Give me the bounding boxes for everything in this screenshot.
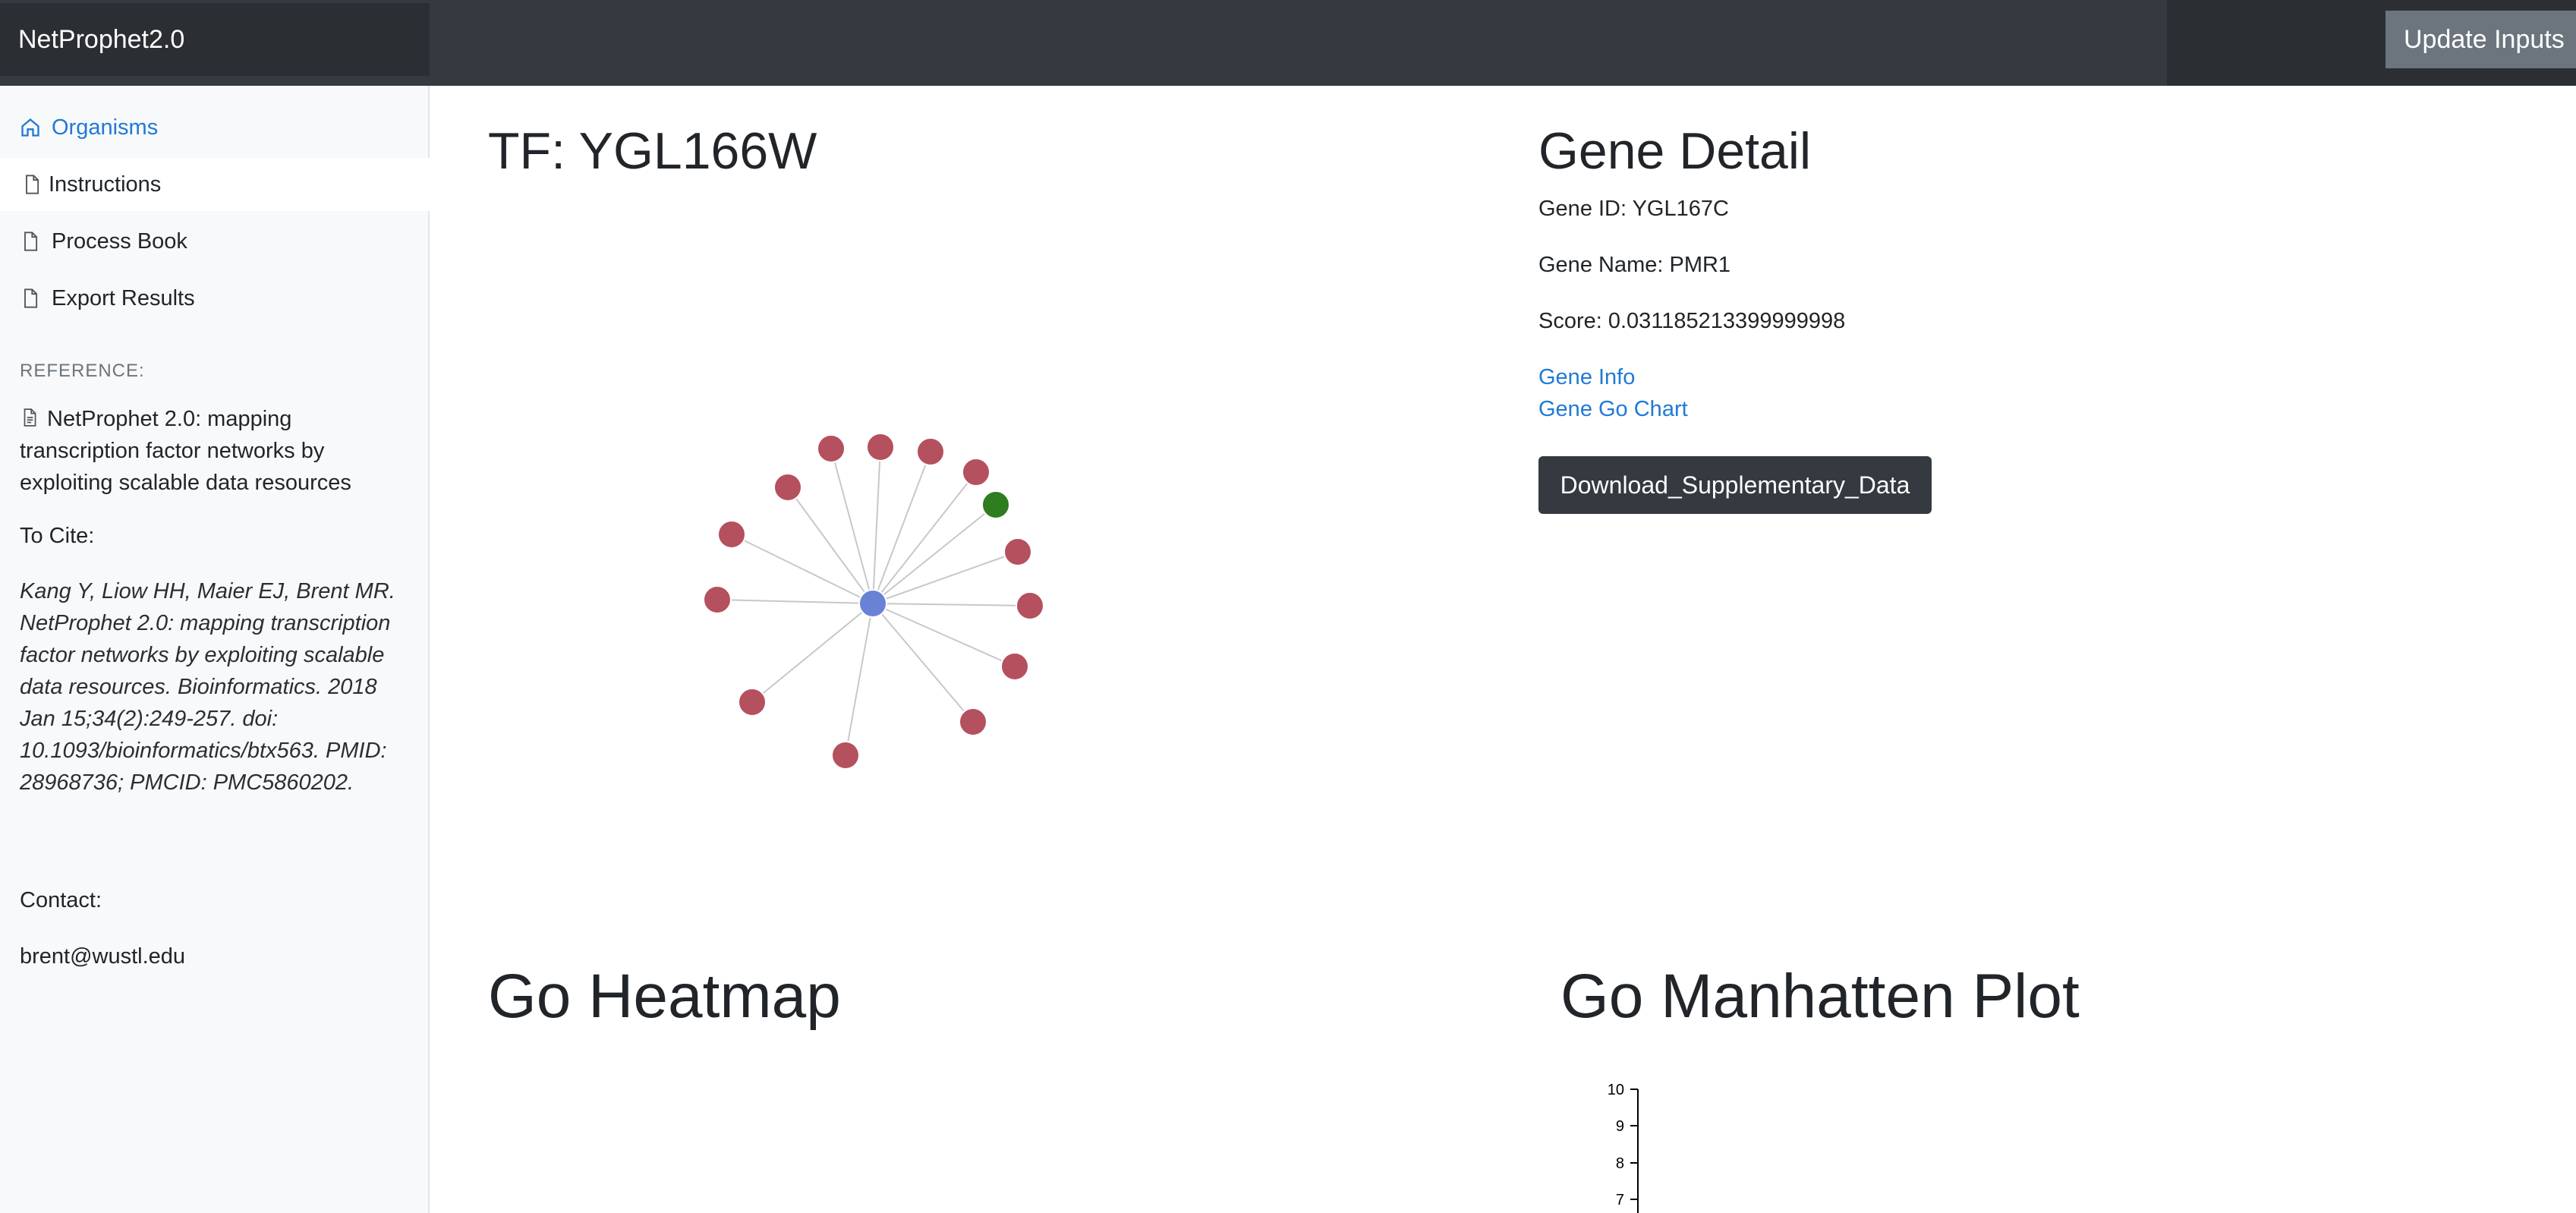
- sidebar-item-label: Export Results: [52, 285, 195, 310]
- network-edge: [787, 487, 874, 604]
- sidebar-item-label: Organisms: [52, 115, 159, 140]
- gene-go-chart-link[interactable]: Gene Go Chart: [1538, 397, 1688, 422]
- target-gene-node[interactable]: [1000, 652, 1029, 681]
- sidebar-item-export-results[interactable]: Export Results: [0, 272, 430, 325]
- selected-target-node[interactable]: [981, 490, 1010, 519]
- target-gene-node[interactable]: [962, 458, 990, 487]
- tf-title: TF: YGL166W: [488, 122, 817, 180]
- reference-title-text: NetProphet 2.0: mapping transcription fa…: [20, 407, 351, 495]
- contact-email[interactable]: brent@wustl.edu: [20, 940, 414, 972]
- target-gene-node[interactable]: [703, 585, 732, 614]
- download-supplementary-button[interactable]: Download_Supplementary_Data: [1538, 456, 1932, 514]
- sidebar-item-instructions[interactable]: Instructions: [0, 158, 430, 211]
- sidebar-item-label: Process Book: [52, 228, 187, 254]
- y-tick-label: 9: [1616, 1118, 1624, 1135]
- network-edge: [830, 448, 874, 604]
- go-heatmap-title: Go Heatmap: [488, 962, 841, 1031]
- network-edge: [716, 599, 874, 604]
- document-icon: [24, 408, 36, 427]
- target-gene-node[interactable]: [738, 688, 767, 717]
- y-tick-label: 10: [1608, 1082, 1624, 1098]
- contact-heading: Contact:: [20, 888, 102, 912]
- cite-heading: To Cite:: [20, 524, 95, 548]
- y-tick-10: 10: [1608, 1082, 1638, 1098]
- gene-info-link[interactable]: Gene Info: [1538, 365, 1635, 390]
- go-manhattan-title: Go Manhatten Plot: [1560, 962, 2080, 1031]
- y-tick-9: 9: [1616, 1118, 1638, 1135]
- target-gene-node[interactable]: [717, 520, 746, 549]
- y-tick-7: 7: [1616, 1192, 1638, 1208]
- manhattan-y-axis: 10 9 8 7: [1608, 1082, 1639, 1213]
- y-tick-label: 7: [1616, 1192, 1624, 1208]
- sidebar-item-organisms[interactable]: Organisms: [0, 101, 430, 154]
- home-icon: [21, 118, 39, 137]
- update-inputs-button[interactable]: Update Inputs: [2385, 11, 2576, 68]
- tf-network-graph: [703, 433, 1044, 770]
- y-tick-label: 8: [1616, 1155, 1624, 1172]
- reference-title[interactable]: NetProphet 2.0: mapping transcription fa…: [20, 403, 414, 499]
- target-gene-node[interactable]: [831, 741, 860, 770]
- gene-score: Score: 0.031185213399999998: [1538, 309, 1846, 333]
- target-gene-node[interactable]: [773, 473, 802, 502]
- gene-detail-title: Gene Detail: [1538, 122, 1812, 180]
- target-gene-node[interactable]: [916, 437, 945, 466]
- network-edge: [872, 603, 974, 723]
- target-gene-node[interactable]: [1003, 537, 1032, 566]
- sidebar: Organisms Instructions Process Book Expo…: [0, 86, 430, 1213]
- y-tick-8: 8: [1616, 1155, 1638, 1172]
- network-edge: [845, 603, 874, 756]
- target-gene-node[interactable]: [817, 434, 846, 463]
- brand-title[interactable]: NetProphet2.0: [0, 3, 430, 76]
- network-edge: [872, 551, 1019, 604]
- gene-id: Gene ID: YGL167C: [1538, 197, 1729, 221]
- network-edge: [731, 534, 874, 604]
- target-gene-node[interactable]: [866, 433, 895, 462]
- sidebar-item-label: Instructions: [49, 172, 162, 197]
- network-edge: [872, 603, 1031, 606]
- file-icon: [24, 288, 38, 308]
- file-icon: [26, 175, 39, 194]
- tf-center-node[interactable]: [858, 589, 887, 618]
- sidebar-item-process-book[interactable]: Process Book: [0, 215, 430, 268]
- gene-name: Gene Name: PMR1: [1538, 253, 1731, 277]
- citation-text: Kang Y, Liow HH, Maier EJ, Brent MR. Net…: [20, 579, 395, 795]
- top-navbar: NetProphet2.0 Update Inputs: [0, 0, 2576, 86]
- file-icon: [24, 232, 38, 251]
- reference-heading: REFERENCE:: [20, 361, 145, 381]
- network-edge: [872, 446, 881, 604]
- target-gene-node[interactable]: [1016, 591, 1044, 620]
- network-edge: [872, 603, 1016, 667]
- target-gene-node[interactable]: [959, 707, 987, 736]
- network-edge: [751, 603, 874, 703]
- network-edge: [872, 471, 977, 604]
